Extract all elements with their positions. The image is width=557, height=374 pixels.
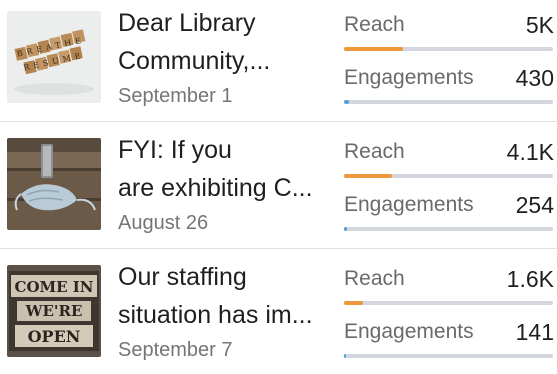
post-thumbnail[interactable]: COME IN WE'RE OPEN	[7, 265, 101, 357]
engagements-metric: Engagements 254	[344, 191, 554, 243]
engagements-value: 254	[515, 192, 554, 218]
post-thumbnail[interactable]: BREATHE RESUME	[7, 11, 101, 103]
face-mask-on-table-icon	[7, 138, 101, 230]
post-text[interactable]: FYI: If you are exhibiting C... August 2…	[118, 131, 323, 237]
post-insights-list: BREATHE RESUME Dear Library Community,..…	[0, 0, 557, 365]
reach-metric: Reach 1.6K	[344, 265, 554, 317]
post-date: August 26	[118, 212, 209, 234]
post-text[interactable]: Dear Library Community,... September 1	[118, 4, 323, 110]
engagements-label: Engagements	[344, 193, 474, 216]
post-text[interactable]: Our staffing situation has im... Septemb…	[118, 258, 323, 364]
post-row[interactable]: BREATHE RESUME Dear Library Community,..…	[0, 0, 557, 120]
post-title-line: FYI: If you	[118, 136, 232, 164]
reach-value: 4.1K	[506, 139, 554, 165]
row-divider	[0, 121, 557, 122]
row-divider	[0, 248, 557, 249]
reach-bar	[344, 47, 553, 51]
reach-metric: Reach 4.1K	[344, 138, 554, 190]
post-row[interactable]: COME IN WE'RE OPEN Our staffing situatio…	[0, 254, 557, 374]
engagements-value: 430	[515, 65, 554, 91]
scrabble-tiles-breathe-resume-icon: BREATHE RESUME	[7, 11, 101, 103]
post-row[interactable]: FYI: If you are exhibiting C... August 2…	[0, 127, 557, 247]
engagements-bar-fill	[344, 354, 347, 358]
post-title-line: Community,...	[118, 47, 271, 75]
engagements-bar-fill	[344, 100, 350, 104]
reach-label: Reach	[344, 140, 405, 163]
engagements-label: Engagements	[344, 320, 474, 343]
reach-label: Reach	[344, 13, 405, 36]
reach-value: 1.6K	[506, 266, 554, 292]
engagements-bar-fill	[344, 227, 348, 231]
engagements-bar	[344, 354, 553, 358]
post-date: September 1	[118, 85, 233, 107]
engagements-bar	[344, 227, 553, 231]
engagements-value: 141	[515, 319, 554, 345]
reach-bar	[344, 174, 553, 178]
post-title-line: situation has im...	[118, 301, 313, 329]
reach-bar-fill	[344, 47, 403, 51]
post-title-line: are exhibiting C...	[118, 174, 313, 202]
post-thumbnail[interactable]	[7, 138, 101, 230]
reach-bar	[344, 301, 553, 305]
post-title-line: Our staffing	[118, 263, 247, 291]
engagements-metric: Engagements 430	[344, 64, 554, 116]
sign-line2-text: WE'RE	[25, 302, 83, 320]
reach-bar-fill	[344, 301, 363, 305]
engagements-bar	[344, 100, 553, 104]
reach-metric: Reach 5K	[344, 11, 554, 63]
sign-line3-text: OPEN	[28, 327, 81, 346]
reach-bar-fill	[344, 174, 393, 178]
post-title-line: Dear Library	[118, 9, 256, 37]
sign-line1-text: COME IN	[15, 278, 94, 296]
engagements-label: Engagements	[344, 66, 474, 89]
come-in-were-open-sign-icon: COME IN WE'RE OPEN	[7, 265, 101, 357]
post-date: September 7	[118, 339, 233, 361]
engagements-metric: Engagements 141	[344, 318, 554, 370]
reach-value: 5K	[525, 12, 554, 38]
reach-label: Reach	[344, 267, 405, 290]
